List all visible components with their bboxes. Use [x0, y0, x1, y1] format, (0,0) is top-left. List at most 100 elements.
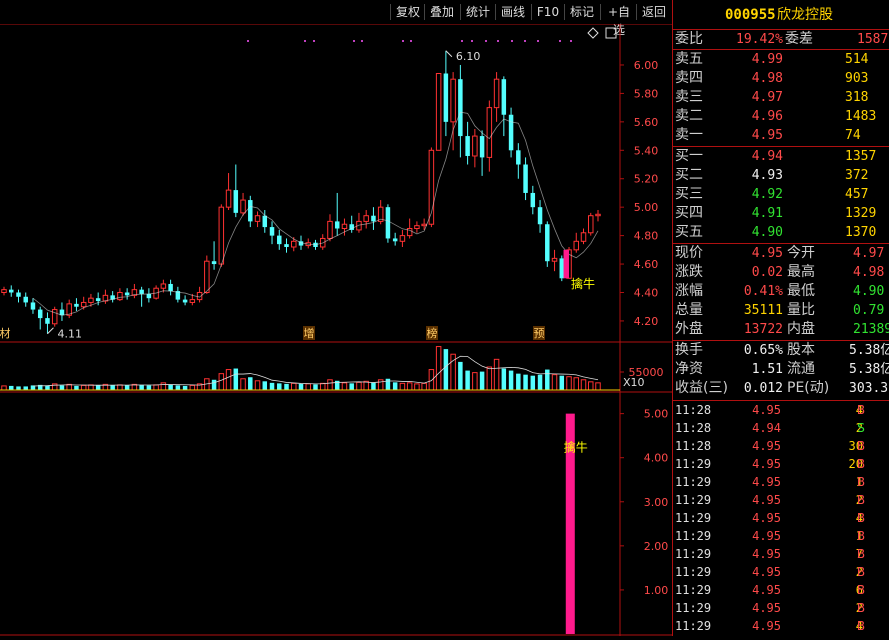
quote-label: 最高 [787, 264, 815, 280]
volume-bar-up [80, 384, 87, 391]
candle-body-down [23, 296, 28, 303]
toolbar-separator [531, 4, 532, 20]
stock-header: 000955 欣龙控股 [673, 6, 889, 26]
event-marker: 增 [304, 326, 315, 340]
quote-value: 4.98 [853, 265, 885, 280]
candle-body-down [277, 235, 282, 245]
candle-body-up [218, 206, 225, 265]
volume-multiplier: X10 [623, 376, 645, 389]
tick-time: 11:29 [675, 493, 712, 507]
tick-price: 4.95 [752, 475, 781, 489]
toolbar-button-6[interactable]: +自选 [602, 3, 636, 37]
candle-body-up [117, 291, 123, 301]
quote-label: 现价 [675, 245, 703, 261]
signal-candle [563, 249, 570, 279]
toolbar-button-4[interactable]: F10 [533, 3, 563, 21]
kline-chart[interactable]: 6.00 5.80 5.60 5.40 5.20 5.00 4.80 4.60 4.40 4.20… [0, 23, 672, 636]
volume-bar-up [218, 373, 225, 391]
toolbar-button-1[interactable]: 叠加 [426, 3, 458, 21]
volume-bar-up [319, 382, 326, 391]
stats-value: 0.65% [743, 343, 783, 358]
toolbar-separator [390, 4, 391, 20]
tick-side: B [856, 601, 866, 615]
sell-level-volume: 1483 [845, 109, 877, 124]
volume-bar-up [305, 383, 311, 391]
low-pointer [47, 327, 54, 335]
sell-level-row: 卖四 4.98 903 [673, 69, 889, 88]
info-dot [471, 40, 473, 42]
candle-body-up [1, 289, 7, 293]
tick-time: 11:28 [675, 421, 712, 435]
candle-body-up [399, 235, 406, 242]
toolbar-separator [636, 4, 637, 20]
toolbar-button-2[interactable]: 统计 [462, 3, 494, 21]
weibi-row: 委比 19.42% 委差 1587 [673, 30, 889, 49]
buy-level-price: 4.92 [751, 187, 783, 202]
quote-row: 现价 4.95 今开 4.97 [673, 244, 889, 263]
quote-row: 涨幅 0.41% 最低 4.90 [673, 282, 889, 301]
volume-bar-up [1, 385, 7, 391]
volume-bar-down [16, 386, 21, 390]
info-dot [570, 40, 572, 42]
sell-level-price: 4.95 [751, 128, 783, 143]
volume-bar-up [486, 366, 493, 391]
tick-side: B [856, 565, 866, 579]
tick-side: B [856, 457, 866, 471]
volume-bar-up [88, 384, 94, 391]
candle-body-down [8, 289, 14, 293]
volume-bar-up [254, 380, 261, 391]
stock-name: 欣龙控股 [777, 7, 833, 23]
tick-time: 11:28 [675, 403, 712, 417]
volume-bar-down [465, 370, 470, 390]
candle-body-down [458, 79, 463, 137]
candle-body-up [254, 215, 261, 222]
window-toggle-icon [605, 27, 617, 39]
volume-bar-down [559, 375, 565, 390]
weibi-label: 委比 [675, 31, 703, 47]
indicator-axis-label: 2.00 [644, 540, 669, 553]
toolbar-button-5[interactable]: 标记 [566, 3, 598, 21]
stats-value: 303.3 [849, 381, 889, 396]
candle-body-down [443, 73, 449, 122]
price-axis-label: 5.40 [634, 144, 659, 157]
candle-body-up [204, 260, 210, 293]
toolbar-button-7[interactable]: 返回 [638, 3, 670, 21]
toolbar-separator [600, 4, 601, 20]
tick-price: 4.95 [752, 583, 781, 597]
candle-body-down [284, 244, 289, 247]
sell-level-price: 4.97 [751, 90, 783, 105]
candle-body-down [371, 215, 376, 222]
price-axis-label: 5.80 [634, 87, 659, 100]
stats-value: 0.012 [743, 381, 783, 396]
stats-row: 换手 0.65% 股本 5.38亿 [673, 341, 889, 360]
candle-body-down [545, 224, 550, 262]
quote-row: 外盘 13722 内盘 21389 [673, 320, 889, 339]
volume-bar-down [175, 385, 181, 390]
toolbar-button-3[interactable]: 画线 [497, 3, 529, 21]
candle-body-up [240, 199, 246, 214]
toolbar-button-0[interactable]: 复权 [392, 3, 424, 21]
volume-bar-down [479, 371, 485, 390]
candle-body-up [160, 283, 167, 289]
candle-body-down [45, 318, 50, 324]
info-dot [537, 40, 539, 42]
info-dot [524, 40, 526, 42]
kline-svg[interactable]: 6.00 5.80 5.60 5.40 5.20 5.00 4.80 4.60 4.40 4.20… [0, 23, 672, 636]
volume-bar-down [392, 382, 398, 390]
buy-level-label: 买五 [675, 224, 703, 240]
sell-level-label: 卖三 [675, 89, 703, 105]
sell-level-row: 卖三 4.97 318 [673, 88, 889, 107]
sell-level-volume: 903 [845, 71, 869, 86]
toolbar-separator [564, 4, 565, 20]
buy-level-price: 4.94 [751, 149, 783, 164]
price-axis-label: 6.00 [634, 59, 659, 72]
quote-value: 4.97 [853, 246, 885, 261]
quote-label: 外盘 [675, 321, 703, 337]
volume-bar-down [23, 386, 28, 390]
tick-row: 11:29 4.95 7 B [673, 545, 889, 563]
chart-toolbar: 复权 叠加 统计 画线 F10 标记 +自选 返回 [0, 0, 672, 37]
tick-price: 4.95 [752, 619, 781, 633]
tick-price: 4.95 [752, 493, 781, 507]
volume-bar-down [233, 368, 239, 390]
candle-body-down [530, 192, 536, 208]
